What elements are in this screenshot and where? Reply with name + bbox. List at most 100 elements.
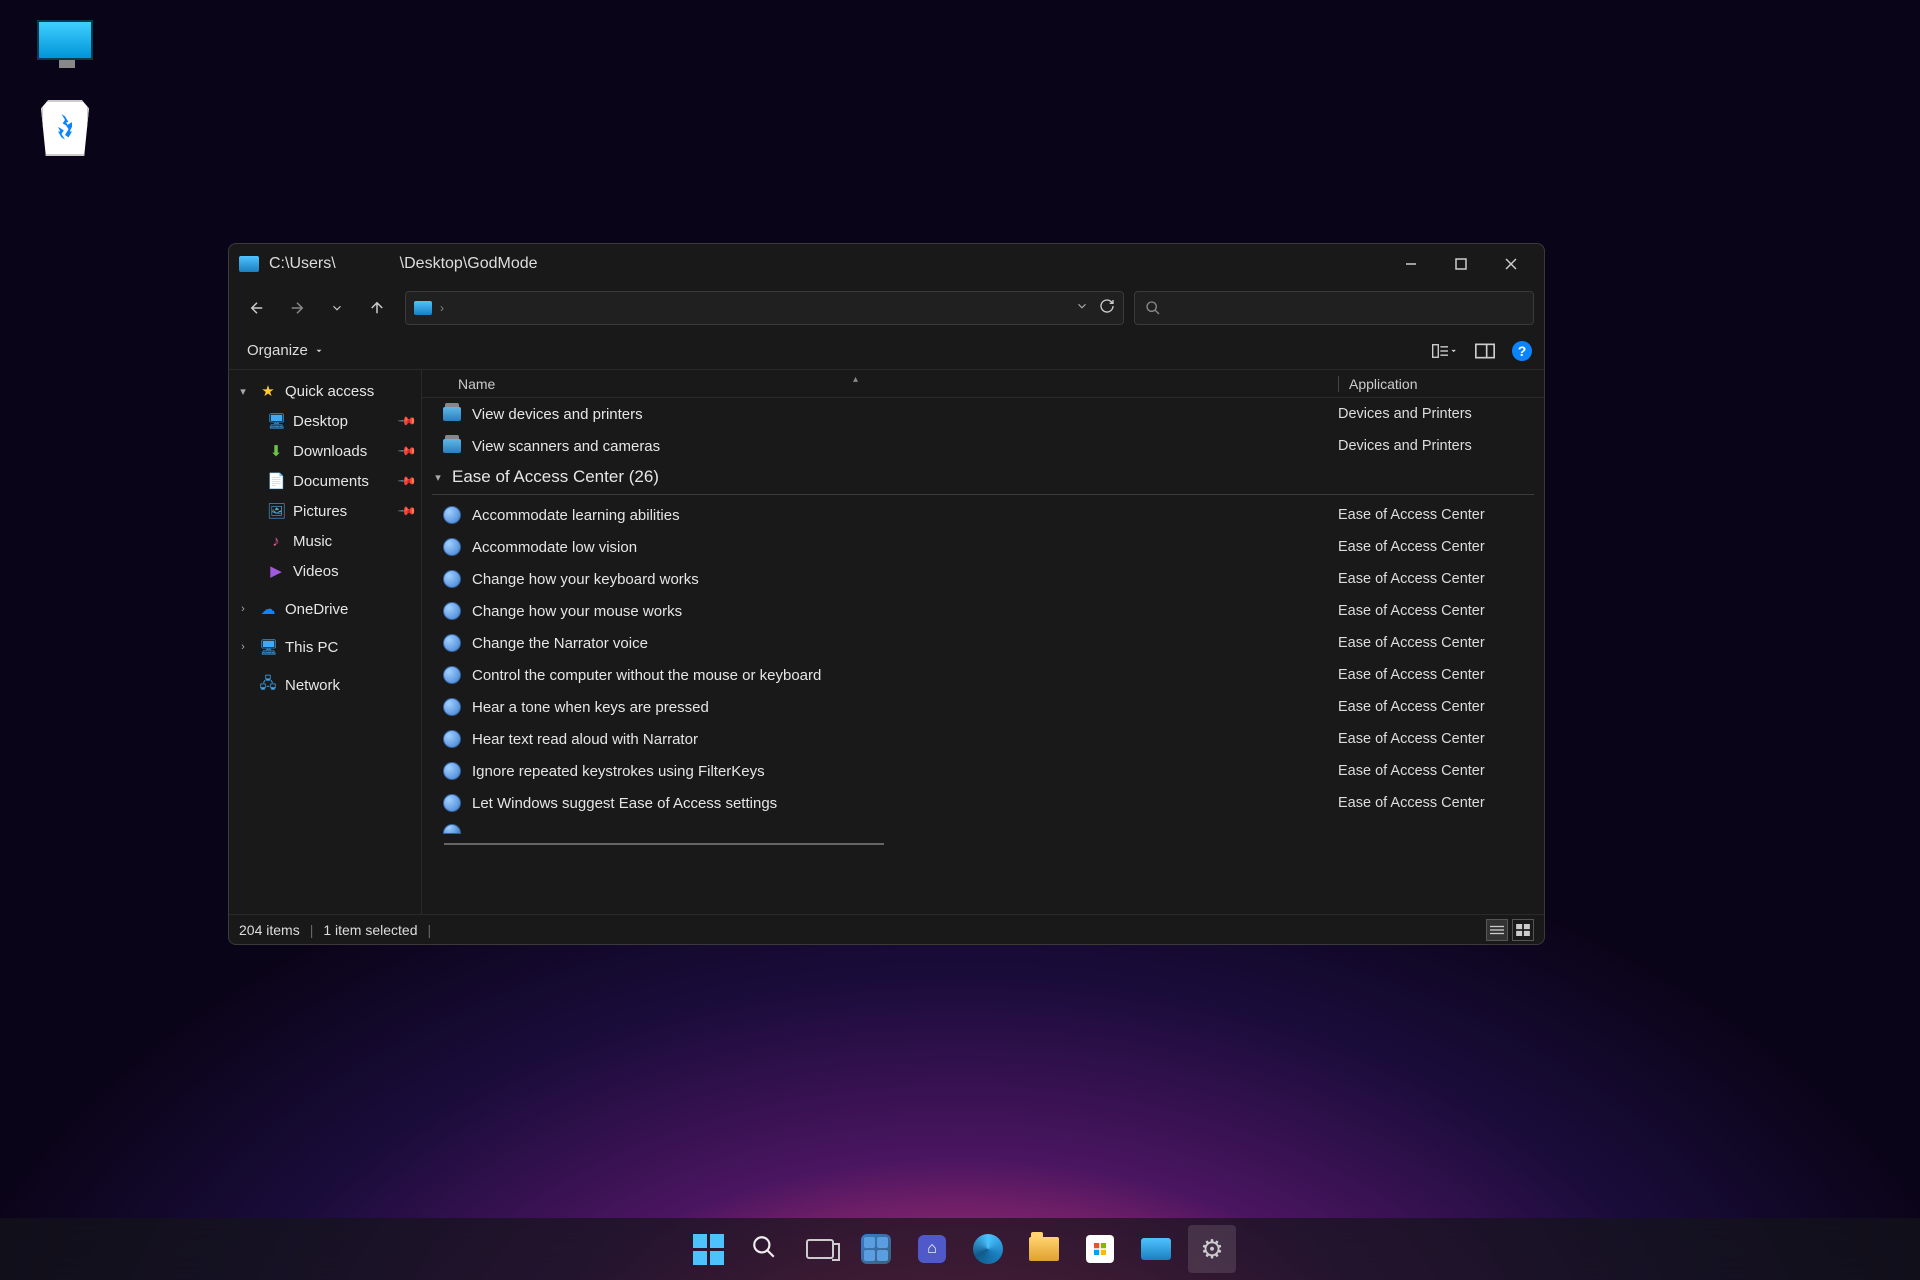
- control-panel-icon: [442, 436, 462, 456]
- desktop-icon-this-pc[interactable]: [30, 20, 100, 60]
- view-options-button[interactable]: [1432, 341, 1458, 361]
- taskbar-mail[interactable]: [1132, 1225, 1180, 1273]
- list-item[interactable]: Accommodate learning abilitiesEase of Ac…: [422, 499, 1544, 531]
- nav-row: ›: [229, 284, 1544, 332]
- sidebar-quick-access[interactable]: ▾ ★ Quick access: [229, 376, 421, 406]
- taskbar-store[interactable]: [1076, 1225, 1124, 1273]
- help-button[interactable]: ?: [1512, 341, 1532, 361]
- column-headers: Name▴ Application: [422, 370, 1544, 398]
- taskbar-search[interactable]: [740, 1225, 788, 1273]
- address-bar[interactable]: ›: [405, 291, 1124, 325]
- taskbar-taskview[interactable]: [796, 1225, 844, 1273]
- list-item[interactable]: Accommodate low visionEase of Access Cen…: [422, 531, 1544, 563]
- details-view-button[interactable]: [1486, 919, 1508, 941]
- network-icon: 🖧: [259, 673, 277, 698]
- titlebar[interactable]: C:\Users\ \Desktop\GodMode: [229, 244, 1544, 284]
- list-item[interactable]: View scanners and camerasDevices and Pri…: [422, 430, 1544, 462]
- edge-icon: [973, 1234, 1003, 1264]
- column-application[interactable]: Application: [1338, 376, 1544, 392]
- list-item[interactable]: Hear text read aloud with NarratorEase o…: [422, 723, 1544, 755]
- refresh-button[interactable]: [1099, 298, 1115, 319]
- nav-sidebar: ▾ ★ Quick access 🖥Desktop📌 ⬇Downloads📌 📄…: [229, 370, 421, 914]
- list-item[interactable]: Control the computer without the mouse o…: [422, 659, 1544, 691]
- horizontal-scrollbar[interactable]: [444, 843, 884, 845]
- recycle-icon: [41, 100, 89, 156]
- ease-of-access-icon: [442, 697, 462, 717]
- item-name: Change how your keyboard works: [472, 571, 1338, 588]
- start-button[interactable]: [684, 1225, 732, 1273]
- folder-icon: [1029, 1237, 1059, 1261]
- status-selected-count: 1 item selected: [323, 922, 417, 938]
- list-item-partial: [422, 819, 1544, 837]
- list-item[interactable]: Change how your mouse worksEase of Acces…: [422, 595, 1544, 627]
- sidebar-documents[interactable]: 📄Documents📌: [229, 466, 421, 496]
- organize-button[interactable]: Organize: [241, 338, 330, 363]
- ease-of-access-icon: [442, 729, 462, 749]
- item-application: Ease of Access Center: [1338, 571, 1544, 587]
- minimize-button[interactable]: [1386, 244, 1436, 284]
- sidebar-desktop[interactable]: 🖥Desktop📌: [229, 406, 421, 436]
- taskbar-settings[interactable]: ⚙: [1188, 1225, 1236, 1273]
- list-item[interactable]: View devices and printersDevices and Pri…: [422, 398, 1544, 430]
- recent-dropdown[interactable]: [319, 290, 355, 326]
- search-input[interactable]: [1134, 291, 1534, 325]
- taskbar-chat[interactable]: ⌂: [908, 1225, 956, 1273]
- item-name: View scanners and cameras: [472, 438, 1338, 455]
- item-application: Ease of Access Center: [1338, 603, 1544, 619]
- sidebar-onedrive[interactable]: ›☁OneDrive: [229, 594, 421, 624]
- picture-icon: 🖼: [267, 502, 285, 520]
- thumbnails-view-button[interactable]: [1512, 919, 1534, 941]
- status-bar: 204 items | 1 item selected |: [229, 914, 1544, 944]
- sidebar-this-pc[interactable]: ›🖥This PC: [229, 632, 421, 662]
- group-divider: [432, 494, 1534, 495]
- window-title-suffix: \Desktop\GodMode: [400, 255, 538, 273]
- control-panel-icon: [442, 404, 462, 424]
- item-name: Control the computer without the mouse o…: [472, 667, 1338, 684]
- pin-icon: 📌: [397, 411, 417, 431]
- list-item[interactable]: Hear a tone when keys are pressedEase of…: [422, 691, 1544, 723]
- item-application: Ease of Access Center: [1338, 763, 1544, 779]
- list-item[interactable]: Change the Narrator voiceEase of Access …: [422, 627, 1544, 659]
- item-application: Ease of Access Center: [1338, 699, 1544, 715]
- sidebar-videos[interactable]: ▶Videos: [229, 556, 421, 586]
- sidebar-downloads[interactable]: ⬇Downloads📌: [229, 436, 421, 466]
- window-title-prefix: C:\Users\: [269, 255, 336, 273]
- close-button[interactable]: [1486, 244, 1536, 284]
- taskview-icon: [806, 1239, 834, 1259]
- item-application: Ease of Access Center: [1338, 635, 1544, 651]
- sidebar-music[interactable]: ♪Music: [229, 526, 421, 556]
- item-name: Ignore repeated keystrokes using FilterK…: [472, 763, 1338, 780]
- taskbar-widgets[interactable]: [852, 1225, 900, 1273]
- chevron-down-icon: [314, 346, 324, 356]
- group-header-ease-of-access[interactable]: ▾Ease of Access Center (26): [422, 462, 1544, 492]
- chevron-right-icon: ›: [235, 641, 251, 653]
- file-explorer-window: C:\Users\ \Desktop\GodMode ›: [228, 243, 1545, 945]
- desktop-icon-recycle-bin[interactable]: [30, 100, 100, 156]
- taskbar-edge[interactable]: [964, 1225, 1012, 1273]
- ease-of-access-icon: [442, 793, 462, 813]
- chevron-down-icon: ▾: [430, 471, 446, 484]
- forward-button[interactable]: [279, 290, 315, 326]
- item-name: Change how your mouse works: [472, 603, 1338, 620]
- column-name[interactable]: Name▴: [458, 376, 1338, 392]
- list-item[interactable]: Change how your keyboard worksEase of Ac…: [422, 563, 1544, 595]
- preview-pane-button[interactable]: [1472, 341, 1498, 361]
- address-dropdown-icon[interactable]: [1075, 299, 1089, 318]
- sidebar-pictures[interactable]: 🖼Pictures📌: [229, 496, 421, 526]
- taskbar: ⌂ ⚙: [0, 1218, 1920, 1280]
- list-item[interactable]: Ignore repeated keystrokes using FilterK…: [422, 755, 1544, 787]
- cloud-icon: ☁: [259, 600, 277, 618]
- download-icon: ⬇: [267, 442, 285, 460]
- taskbar-explorer[interactable]: [1020, 1225, 1068, 1273]
- breadcrumb-sep-icon: ›: [440, 301, 444, 315]
- item-name: Change the Narrator voice: [472, 635, 1338, 652]
- sidebar-network[interactable]: ›🖧Network: [229, 670, 421, 700]
- back-button[interactable]: [239, 290, 275, 326]
- up-button[interactable]: [359, 290, 395, 326]
- gear-icon: ⚙: [1197, 1234, 1227, 1264]
- ease-of-access-icon: [442, 819, 462, 839]
- list-item[interactable]: Let Windows suggest Ease of Access setti…: [422, 787, 1544, 819]
- address-icon: [414, 301, 432, 315]
- maximize-button[interactable]: [1436, 244, 1486, 284]
- item-application: Devices and Printers: [1338, 406, 1544, 422]
